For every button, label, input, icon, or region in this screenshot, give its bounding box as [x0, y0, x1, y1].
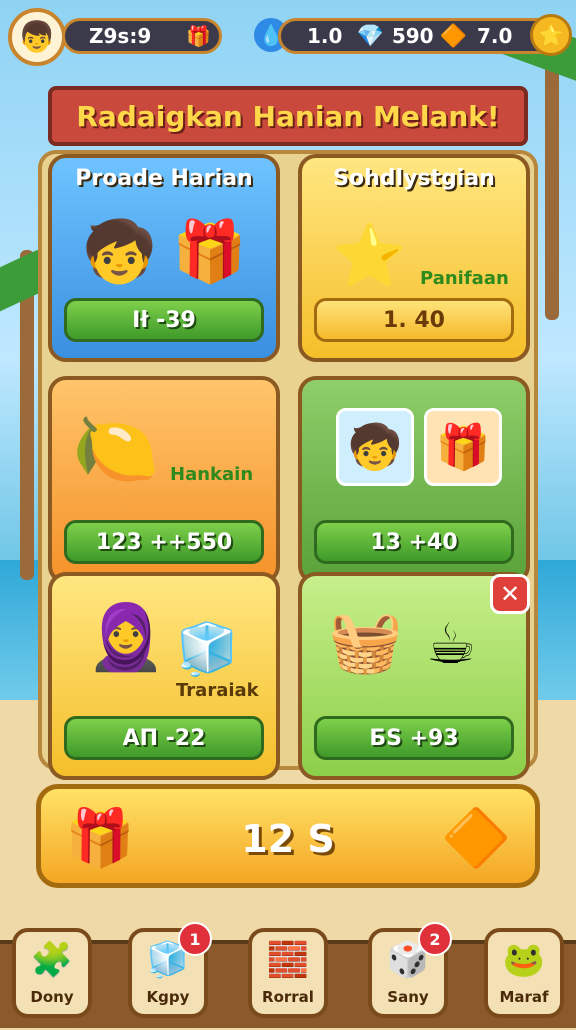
card-tag: Traraiak [176, 680, 259, 701]
star-icon[interactable]: ⭐ [530, 14, 572, 56]
claim-button[interactable]: 🎁 12 S 🔶 [36, 784, 540, 888]
gift-icon: 🎁 [424, 408, 502, 486]
palm-trunk [545, 60, 559, 320]
lemon-icon: 🍋 [72, 408, 160, 490]
star-value: 7.0 [477, 24, 513, 48]
player-pill: Z9s:9 🎁 [62, 18, 222, 54]
character-icon: 🧒 [336, 408, 414, 486]
box-icon: 🧩 [30, 940, 74, 980]
resources-pill: 1.0 💎 590 🔶 7.0 [278, 18, 568, 54]
reward-card[interactable]: Proade Harian 🧒 🎁 Ił -39 [48, 154, 280, 362]
player-value: Z9s:9 [89, 24, 152, 48]
banner-title: Radaigkan Hanian Melank! [76, 99, 500, 133]
character-icon: 🧒 [82, 217, 157, 287]
reward-button[interactable]: БS +93 [314, 716, 514, 760]
cube-icon: 🧊 [176, 620, 239, 678]
crystal-icon: 💎 [356, 23, 384, 49]
nav-label: Kgpy [146, 988, 190, 1006]
orange-gem-icon: 🔶 [439, 23, 467, 49]
reward-card[interactable]: 🧕 🧊 Traraiak AП -22 [48, 572, 280, 780]
nav-item[interactable]: 🧊 1 Kgpy [128, 922, 212, 1018]
blue-gem-value: 1.0 [307, 24, 343, 48]
reward-button[interactable]: Ił -39 [64, 298, 264, 342]
nav-label: Rorral [262, 988, 314, 1006]
reward-button-label: БS +93 [369, 725, 459, 751]
gift-icon: 🎁 [172, 217, 247, 287]
reward-button[interactable]: AП -22 [64, 716, 264, 760]
reward-card[interactable]: 🍋 Hankain 123 ++550 [48, 376, 280, 584]
profile-icon: 🐸 [502, 940, 546, 980]
basket-icon: 🧺 [328, 607, 403, 677]
character-icon: 🧕 [86, 601, 166, 675]
nav-item[interactable]: 🧩 Dony [12, 928, 92, 1018]
nav-item[interactable]: 🧱 Rorral [248, 928, 328, 1018]
close-button[interactable]: ✕ [490, 574, 530, 614]
reward-card[interactable]: Sohdlystgian ⭐ Panifaan 1. 40 [298, 154, 530, 362]
avatar[interactable]: 👦 [8, 8, 66, 66]
notification-badge: 1 [178, 922, 212, 956]
reward-button[interactable]: 13 +40 [314, 520, 514, 564]
close-icon: ✕ [499, 580, 521, 608]
reward-card[interactable]: 🧒 🎁 13 +40 [298, 376, 530, 584]
reward-button-label: 1. 40 [383, 307, 445, 333]
blocks-icon: 🧱 [266, 940, 310, 980]
cup-icon: ☕ [426, 612, 477, 677]
nav-label: Maraf [499, 988, 549, 1006]
card-title: Sohdlystgian [333, 166, 495, 191]
reward-button-label: AП -22 [122, 725, 206, 751]
card-title: Proade Harian [75, 166, 253, 191]
top-bar: 👦 Z9s:9 🎁 💧 1.0 💎 590 🔶 7.0 ⭐ [8, 8, 572, 66]
reward-button-label: 123 ++550 [95, 529, 233, 555]
avatar-icon: 👦 [18, 19, 56, 55]
nav-label: Dony [30, 988, 74, 1006]
card-tag: Panifaan [420, 268, 509, 289]
crystal-value: 590 [391, 24, 434, 48]
reward-button-label: Ił -39 [132, 307, 196, 333]
gift-icon[interactable]: 🎁 [186, 24, 211, 48]
reward-button[interactable]: 123 ++550 [64, 520, 264, 564]
nav-item[interactable]: 🎲 2 Sany [368, 922, 452, 1018]
banner: Radaigkan Hanian Melank! [48, 86, 528, 146]
reward-button-label: 13 +40 [370, 529, 458, 555]
notification-badge: 2 [418, 922, 452, 956]
card-tag: Hankain [170, 464, 254, 485]
star-icon: ⭐ [332, 221, 407, 291]
nav-label: Sany [387, 988, 429, 1006]
nav-item[interactable]: 🐸 Maraf [484, 928, 564, 1018]
reward-button[interactable]: 1. 40 [314, 298, 514, 342]
cube-icon: 🔶 [441, 806, 511, 871]
